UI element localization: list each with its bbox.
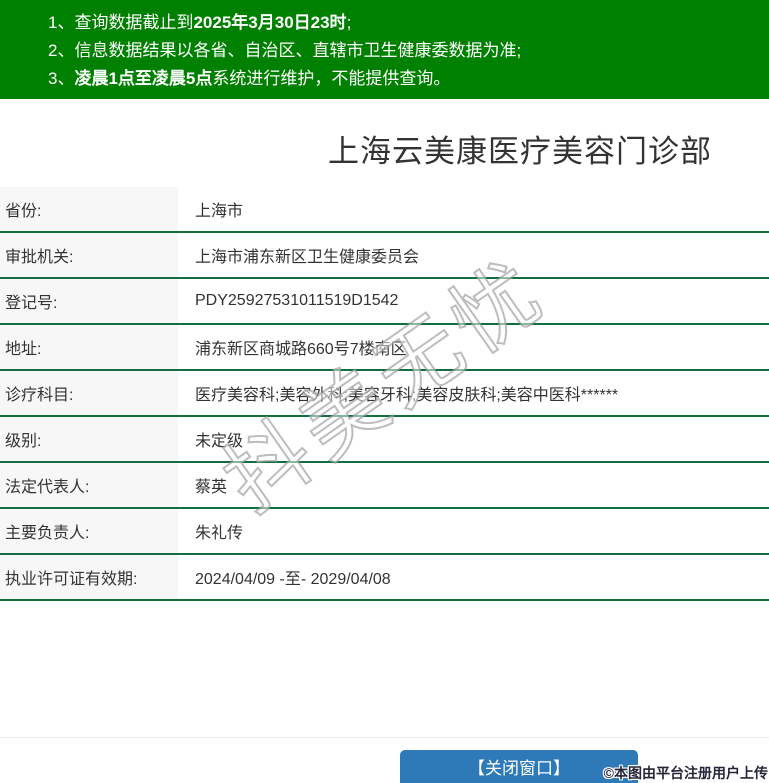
row-value: 未定级 [178,417,243,461]
notice-line-1: 1、查询数据截止到2025年3月30日23时; [48,9,759,37]
table-row-legal-representative: 法定代表人: 蔡英 [0,463,769,509]
row-label: 审批机关: [0,233,178,277]
result-content: 上海云美康医疗美容门诊部 省份: 上海市 审批机关: 上海市浦东新区卫生健康委员… [0,99,769,783]
table-row-province: 省份: 上海市 [0,187,769,233]
table-row-principal: 主要负责人: 朱礼传 [0,509,769,555]
table-row-level: 级别: 未定级 [0,417,769,463]
row-label: 法定代表人: [0,463,178,507]
row-label: 省份: [0,187,178,231]
row-label: 诊疗科目: [0,371,178,415]
row-label: 级别: [0,417,178,461]
row-label: 主要负责人: [0,509,178,553]
row-label: 登记号: [0,279,178,323]
row-value: 医疗美容科;美容外科;美容牙科;美容皮肤科;美容中医科****** [178,371,618,415]
table-row-medical-subjects: 诊疗科目: 医疗美容科;美容外科;美容牙科;美容皮肤科;美容中医科****** [0,371,769,417]
institution-name-title: 上海云美康医疗美容门诊部 [0,126,769,171]
close-window-button[interactable]: 【关闭窗口】 [400,750,638,783]
table-row-license-validity: 执业许可证有效期: 2024/04/09 -至- 2029/04/08 [0,555,769,601]
row-value: 上海市 [178,187,243,231]
row-value: 上海市浦东新区卫生健康委员会 [178,233,419,277]
row-label: 执业许可证有效期: [0,555,178,599]
institution-info-table: 省份: 上海市 审批机关: 上海市浦东新区卫生健康委员会 登记号: PDY259… [0,187,769,601]
query-result-page: 1、查询数据截止到2025年3月30日23时; 2、信息数据结果以各省、自治区、… [0,0,769,783]
row-label: 地址: [0,325,178,369]
notice-banner: 1、查询数据截止到2025年3月30日23时; 2、信息数据结果以各省、自治区、… [0,0,769,99]
table-row-address: 地址: 浦东新区商城路660号7楼南区 [0,325,769,371]
notice-line-2: 2、信息数据结果以各省、自治区、直辖市卫生健康委数据为准; [48,37,759,65]
row-value: 蔡英 [178,463,227,507]
row-value: 朱礼传 [178,509,243,553]
copyright-watermark: ©本图由平台注册用户上传 [604,763,768,783]
table-row-registration-number: 登记号: PDY25927531011519D1542 [0,279,769,325]
row-value: 2024/04/09 -至- 2029/04/08 [178,555,391,599]
notice-line-3: 3、凌晨1点至凌晨5点系统进行维护，不能提供查询。 [48,65,759,93]
table-row-approval-authority: 审批机关: 上海市浦东新区卫生健康委员会 [0,233,769,279]
footer-divider [0,737,769,738]
row-value: PDY25927531011519D1542 [178,279,398,323]
row-value: 浦东新区商城路660号7楼南区 [178,325,407,369]
